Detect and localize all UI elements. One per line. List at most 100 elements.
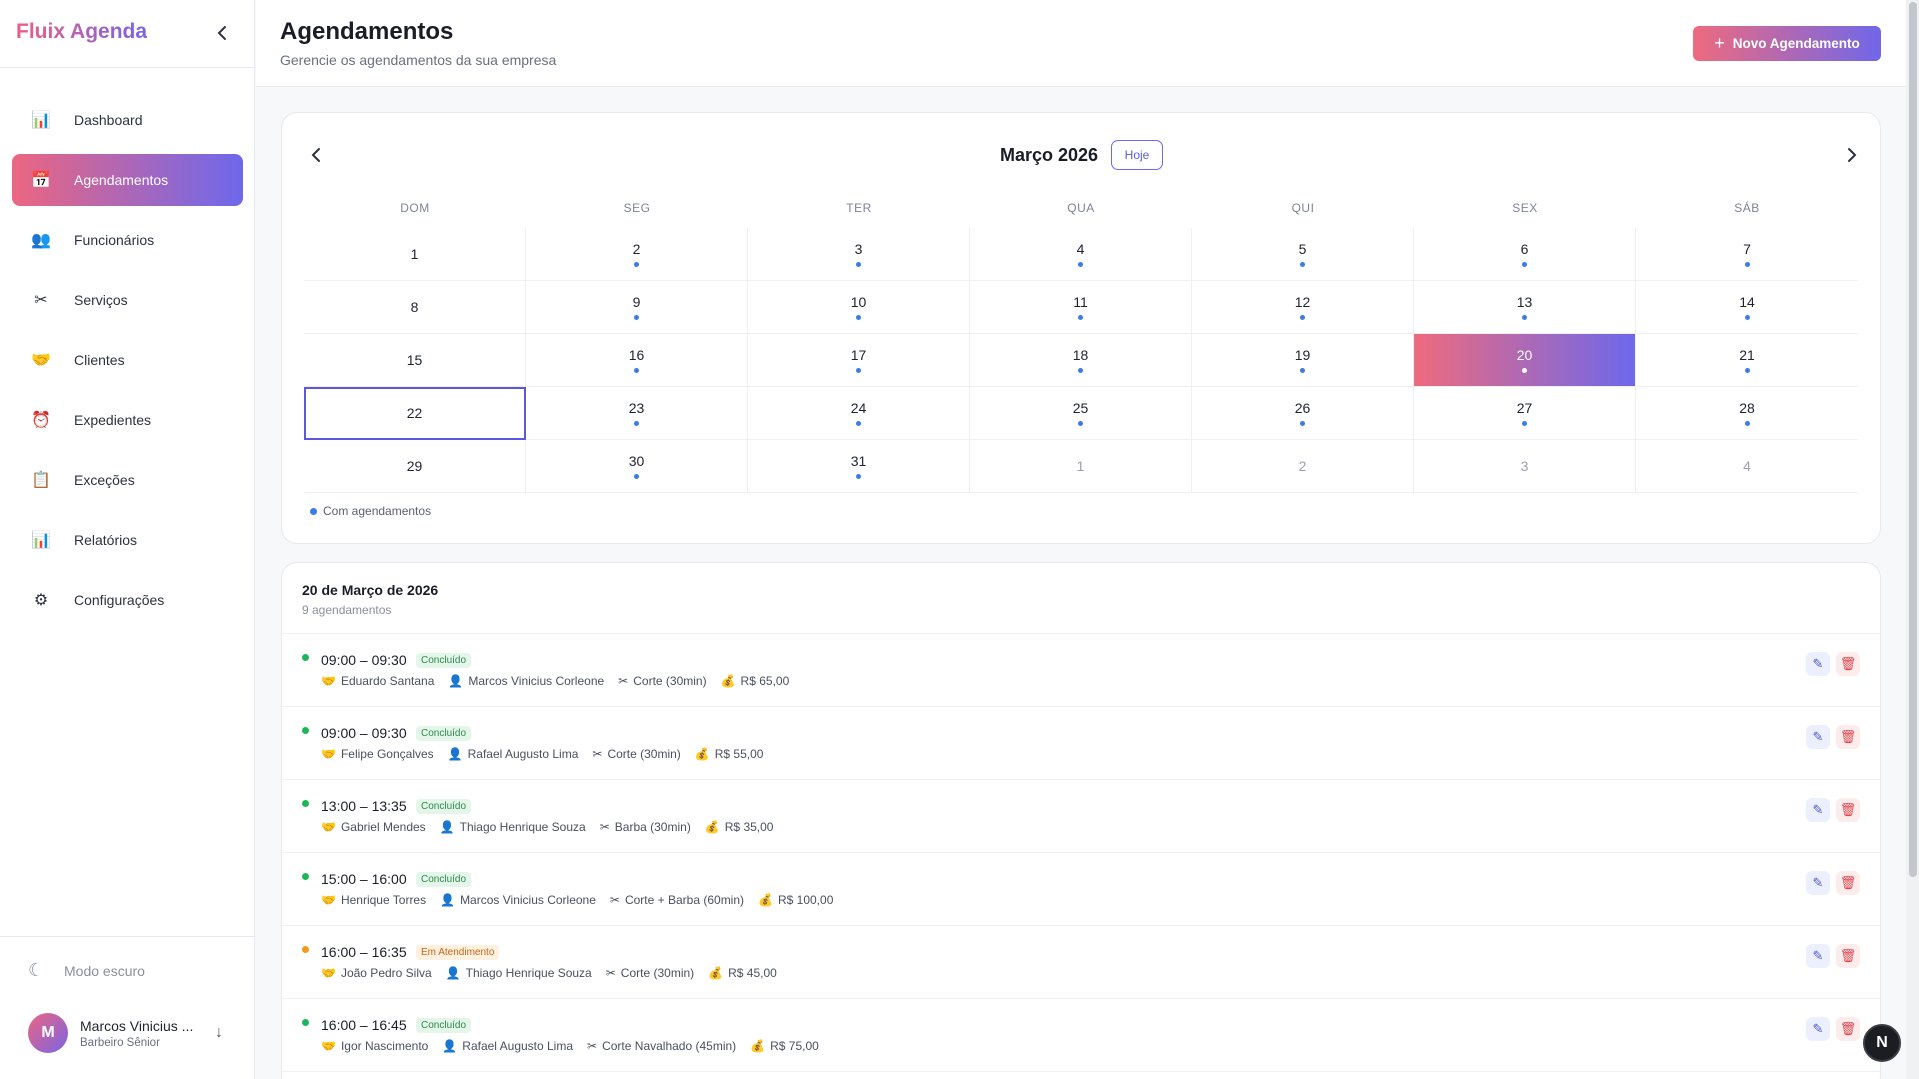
brand-logo[interactable]: Fluix Agenda xyxy=(16,20,147,44)
trash-icon[interactable]: 🗑 xyxy=(1836,798,1860,822)
sidebar-item-funcionarios[interactable]: 👥 Funcionários xyxy=(12,214,243,266)
trash-icon[interactable]: 🗑 xyxy=(1836,725,1860,749)
appointment-row[interactable]: 09:00 – 09:30 Concluído 🤝 Felipe Gonçalves 👤… xyxy=(282,707,1880,780)
calendar-day[interactable]: 30 xyxy=(526,440,748,493)
appointment-row[interactable]: 13:00 – 13:35 Concluído 🤝 Gabriel Mendes 👤 Th… xyxy=(282,780,1880,853)
trash-icon[interactable]: 🗑 xyxy=(1836,871,1860,895)
sidebar-item-label: Serviços xyxy=(74,292,128,308)
sidebar-item-relatorios[interactable]: 📊 Relatórios xyxy=(12,514,243,566)
calendar-day[interactable]: 29 xyxy=(304,440,526,493)
staff-name-group: 👤 Thiago Henrique Souza xyxy=(446,966,592,980)
calendar-day[interactable]: 27 xyxy=(1414,387,1636,440)
calendar-day[interactable]: 18 xyxy=(970,334,1192,387)
next-month-icon[interactable] xyxy=(1838,141,1866,169)
day-number: 10 xyxy=(850,294,867,310)
day-number: 1 xyxy=(410,246,419,262)
legend-label: Com agendamentos xyxy=(323,504,432,518)
appointment-row[interactable]: 16:00 – 16:35 Em Atendimento 🤝 João Pedro S… xyxy=(282,926,1880,999)
trash-icon[interactable]: 🗑 xyxy=(1836,944,1860,968)
scissors-icon: ✂ xyxy=(618,674,629,688)
scissors-icon: ✂ xyxy=(599,820,610,834)
sidebar-item-excecoes[interactable]: 📋 Exceções xyxy=(12,454,243,506)
calendar-day[interactable]: 1 xyxy=(970,440,1192,493)
calendar-day[interactable]: 10 xyxy=(748,281,970,334)
calendar-day[interactable]: 25 xyxy=(970,387,1192,440)
sidebar-item-label: Expedientes xyxy=(74,412,152,428)
edit-icon[interactable]: ✎ xyxy=(1806,1017,1830,1041)
appointment-dot-icon xyxy=(856,368,861,373)
user-profile[interactable]: M Marcos Vinicius ... Barbeiro Sênior ↓ xyxy=(28,1012,233,1054)
calendar-day[interactable]: 6 xyxy=(1414,228,1636,281)
calendar-day[interactable]: 19 xyxy=(1192,334,1414,387)
calendar-day[interactable]: 2 xyxy=(1192,440,1414,493)
calendar-day[interactable]: 4 xyxy=(1636,440,1858,493)
collapse-sidebar-icon[interactable] xyxy=(210,20,234,46)
dark-mode-toggle[interactable]: ☾ Modo escuro xyxy=(28,960,145,981)
calendar-day[interactable]: 11 xyxy=(970,281,1192,334)
calendar-day[interactable]: 14 xyxy=(1636,281,1858,334)
calendar-day[interactable]: 17 xyxy=(748,334,970,387)
calendar-day[interactable]: 12 xyxy=(1192,281,1414,334)
scissors-icon: ✂ xyxy=(34,292,48,309)
gear-icon: ⚙ xyxy=(33,592,49,609)
calendar-day[interactable]: 4 xyxy=(970,228,1192,281)
sidebar-item-servicos[interactable]: ✂ Serviços xyxy=(12,274,243,326)
calendar-day[interactable]: 21 xyxy=(1636,334,1858,387)
sidebar-item-dashboard[interactable]: 📊 Dashboard xyxy=(12,94,243,146)
sidebar-item-label: Agendamentos xyxy=(74,172,169,188)
day-number: 22 xyxy=(406,405,423,421)
appointment-price-group: 💰 R$ 35,00 xyxy=(705,820,774,834)
new-appointment-button[interactable]: + Novo Agendamento xyxy=(1693,26,1881,61)
calendar-day[interactable]: 9 xyxy=(526,281,748,334)
sidebar-item-agendamentos[interactable]: 📅 Agendamentos xyxy=(12,154,243,206)
money-bag-icon: 💰 xyxy=(704,820,720,834)
status-badge: Concluído xyxy=(416,799,472,814)
calendar-day[interactable]: 31 xyxy=(748,440,970,493)
appointment-dot-icon xyxy=(856,474,861,479)
edit-icon[interactable]: ✎ xyxy=(1806,871,1830,895)
trash-icon[interactable]: 🗑 xyxy=(1836,1017,1860,1041)
appointment-row[interactable]: 09:00 – 09:30 Concluído 🤝 Eduardo Santana 👤 M… xyxy=(282,634,1880,707)
floating-action-button[interactable]: N xyxy=(1863,1024,1901,1062)
appointment-row[interactable]: 15:00 – 16:00 Concluído 🤝 Henrique Torres 👤 M… xyxy=(282,853,1880,926)
calendar-day[interactable]: 28 xyxy=(1636,387,1858,440)
trash-icon[interactable]: 🗑 xyxy=(1836,652,1860,676)
calendar-day[interactable]: 24 xyxy=(748,387,970,440)
calendar-day[interactable]: 26 xyxy=(1192,387,1414,440)
appointment-row[interactable]: 16:00 – 16:45 Concluído 🤝 Igor Nascimento 👤 R… xyxy=(282,999,1880,1072)
appointment-dot-icon xyxy=(634,368,639,373)
sidebar-item-expedientes[interactable]: ⏰ Expedientes xyxy=(12,394,243,446)
calendar-day[interactable]: 8 xyxy=(304,281,526,334)
logout-arrow-icon[interactable]: ↓ xyxy=(215,1024,223,1042)
scrollbar-thumb[interactable] xyxy=(1909,2,1917,877)
calendar-day[interactable]: 2 xyxy=(526,228,748,281)
status-dot-icon xyxy=(302,727,309,734)
calendar-day[interactable]: 7 xyxy=(1636,228,1858,281)
sidebar-item-clientes[interactable]: 🤝 Clientes xyxy=(12,334,243,386)
weekday-label: SEG xyxy=(623,201,651,215)
calendar-day[interactable]: 3 xyxy=(748,228,970,281)
today-button[interactable]: Hoje xyxy=(1111,140,1163,170)
appointment-dot-icon xyxy=(856,421,861,426)
weekday-label: SEX xyxy=(1512,201,1538,215)
calendar-day-today[interactable]: 22 xyxy=(304,387,526,440)
edit-icon[interactable]: ✎ xyxy=(1806,725,1830,749)
staff-name: Marcos Vinicius Corleone xyxy=(468,674,605,688)
edit-icon[interactable]: ✎ xyxy=(1806,944,1830,968)
calendar-day-selected[interactable]: 20 xyxy=(1414,334,1636,387)
calendar-day[interactable]: 16 xyxy=(526,334,748,387)
edit-icon[interactable]: ✎ xyxy=(1806,652,1830,676)
calendar-day[interactable]: 5 xyxy=(1192,228,1414,281)
calendar-day[interactable]: 1 xyxy=(304,228,526,281)
money-bag-icon: 💰 xyxy=(694,747,710,761)
calendar-day[interactable]: 3 xyxy=(1414,440,1636,493)
legend-dot-icon xyxy=(310,507,317,515)
avatar[interactable]: M xyxy=(28,1013,68,1053)
calendar-day[interactable]: 15 xyxy=(304,334,526,387)
calendar-day[interactable]: 23 xyxy=(526,387,748,440)
previous-month-icon[interactable] xyxy=(302,141,330,169)
calendar-day[interactable]: 13 xyxy=(1414,281,1636,334)
staff-name-group: 👤 Rafael Augusto Lima xyxy=(442,1039,573,1053)
sidebar-item-configuracoes[interactable]: ⚙ Configurações xyxy=(12,574,243,626)
edit-icon[interactable]: ✎ xyxy=(1806,798,1830,822)
